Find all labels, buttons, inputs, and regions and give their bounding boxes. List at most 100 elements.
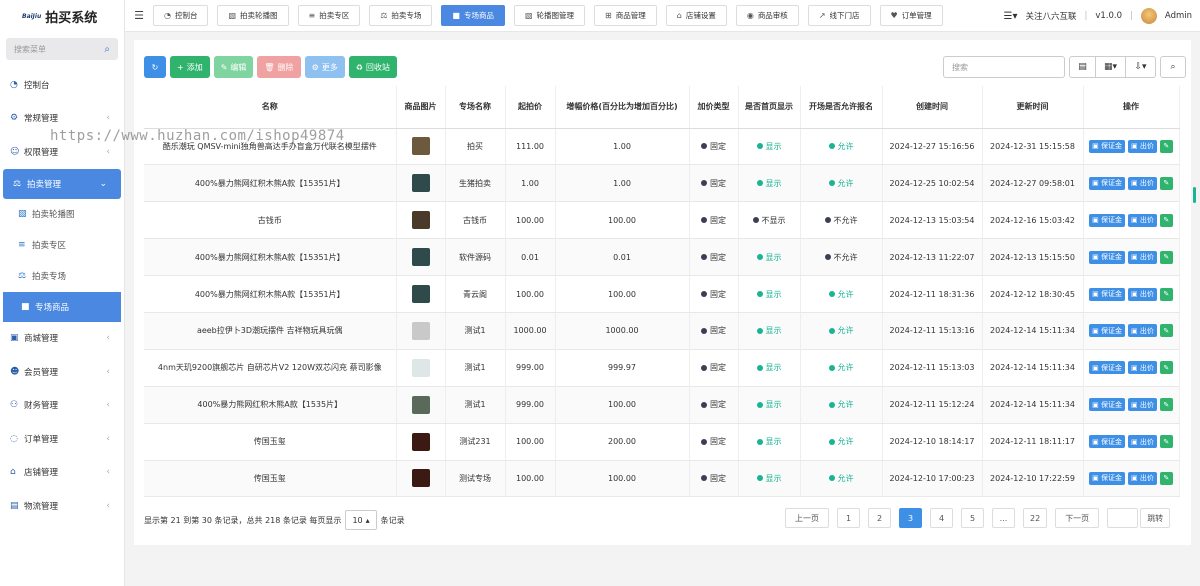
edit-row-button[interactable]: ✎ [1159, 471, 1173, 485]
page-button-4[interactable]: 5 [961, 508, 984, 528]
sidebar-item-0[interactable]: ◔ 控制台 [0, 68, 124, 102]
page-button-6[interactable]: 22 [1023, 508, 1048, 528]
sidebar-item-12[interactable]: ⌂ 店铺管理 ‹ [0, 456, 124, 490]
column-header[interactable]: 开场是否允许报名 [800, 86, 883, 129]
table-search-input[interactable]: 搜索 [943, 56, 1065, 78]
toggle-view-button[interactable]: ▤ [1069, 56, 1096, 78]
advanced-search-button[interactable]: ⌕ [1160, 56, 1186, 78]
product-thumbnail[interactable] [411, 358, 430, 377]
page-size-select[interactable]: 10 ▴ [345, 510, 377, 530]
table-row[interactable]: 400%暴力熊网红积木熊A款【1535片】 测试1 999.00 100.00 固定 显示… [144, 386, 1180, 424]
deposit-button[interactable]: ▣ 保证金 [1089, 287, 1125, 301]
bid-button[interactable]: ▣ 出价 [1128, 471, 1157, 485]
bid-button[interactable]: ▣ 出价 [1128, 398, 1157, 412]
deposit-button[interactable]: ▣ 保证金 [1089, 471, 1125, 485]
tab-10[interactable]: ♥ 订单管理 [879, 5, 943, 26]
jump-page-input[interactable] [1107, 508, 1139, 528]
column-header[interactable]: 专场名称 [445, 86, 506, 129]
sidebar-search-input[interactable]: 搜索菜单 ⌕ [6, 38, 118, 60]
column-header[interactable]: 名称 [144, 86, 397, 129]
column-header[interactable]: 操作 [1083, 86, 1180, 129]
column-header[interactable]: 增幅价格(百分比为增加百分比) [555, 86, 690, 129]
sidebar-item-9[interactable]: ☻ 会员管理 ‹ [0, 355, 124, 389]
deposit-button[interactable]: ▣ 保证金 [1089, 250, 1125, 264]
sidebar-item-3[interactable]: ⚖ 拍卖管理 ⌄ [3, 168, 121, 199]
tab-6[interactable]: ⊞ 商品管理 [594, 5, 657, 26]
product-thumbnail[interactable] [411, 321, 430, 340]
product-thumbnail[interactable] [411, 174, 430, 193]
deposit-button[interactable]: ▣ 保证金 [1089, 139, 1125, 153]
tab-7[interactable]: ⌂ 店铺设置 [665, 5, 727, 26]
edit-row-button[interactable]: ✎ [1159, 435, 1173, 449]
bid-button[interactable]: ▣ 出价 [1128, 361, 1157, 375]
deposit-button[interactable]: ▣ 保证金 [1089, 435, 1125, 449]
tab-4[interactable]: ■ 专场商品 [441, 5, 505, 26]
column-header[interactable]: 是否首页显示 [738, 86, 801, 129]
sidebar-item-11[interactable]: ◌ 订单管理 ‹ [0, 422, 124, 456]
edit-row-button[interactable]: ✎ [1159, 324, 1173, 338]
avatar[interactable] [1140, 8, 1157, 24]
next-page-button[interactable]: 下一页 [1055, 508, 1100, 528]
edit-row-button[interactable]: ✎ [1159, 398, 1173, 412]
sidebar-item-10[interactable]: ⚇ 财务管理 ‹ [0, 389, 124, 423]
sidebar-item-4[interactable]: ▧ 拍卖轮播图 [0, 199, 124, 230]
export-button[interactable]: ⇩▾ [1126, 56, 1156, 78]
table-row[interactable]: 400%暴力熊网红积木熊A款【15351片】 生猪拍卖 1.00 1.00 固定 显示 允许… [144, 164, 1180, 203]
bid-button[interactable]: ▣ 出价 [1128, 213, 1157, 227]
jump-button[interactable]: 跳转 [1140, 508, 1171, 528]
table-row[interactable]: 传国玉玺 测试专场 100.00 100.00 固定 显示 允许 2024-12-10 17:… [144, 460, 1180, 498]
edit-button[interactable]: ✎ 编辑 [213, 56, 254, 78]
refresh-button[interactable]: ↻ [144, 56, 166, 78]
edit-row-button[interactable]: ✎ [1159, 139, 1173, 153]
table-row[interactable]: 400%暴力熊网红积木熊A款【15351片】 软件源码 0.01 0.01 固定 显示 不允… [144, 238, 1180, 277]
follow-link[interactable]: 关注八六互联 [1025, 10, 1076, 22]
column-header[interactable]: 商品图片 [396, 86, 446, 129]
sidebar-item-13[interactable]: ▤ 物流管理 ‹ [0, 489, 124, 523]
product-thumbnail[interactable] [411, 248, 430, 267]
more-button[interactable]: ⚙ 更多 [304, 56, 345, 78]
edit-row-button[interactable]: ✎ [1159, 213, 1173, 227]
columns-button[interactable]: ▦▾ [1096, 56, 1126, 78]
prev-page-button[interactable]: 上一页 [785, 508, 829, 528]
search-icon[interactable]: ⌕ [104, 44, 110, 55]
table-row[interactable]: 古钱币 古钱币 100.00 100.00 固定 不显示 不允许 2024-12-13 15:… [144, 201, 1180, 240]
tab-1[interactable]: ▧ 拍卖轮播图 [217, 5, 289, 26]
recycle-bin-button[interactable]: ♻ 回收站 [348, 56, 397, 78]
deposit-button[interactable]: ▣ 保证金 [1089, 213, 1125, 227]
grid-menu-icon[interactable]: ☰▾ [1003, 11, 1017, 22]
product-thumbnail[interactable] [411, 432, 430, 451]
product-thumbnail[interactable] [411, 395, 430, 414]
edit-row-button[interactable]: ✎ [1159, 176, 1173, 190]
bid-button[interactable]: ▣ 出价 [1128, 287, 1157, 301]
page-button-3[interactable]: 4 [930, 508, 953, 528]
column-header[interactable]: 创建时间 [882, 86, 983, 129]
tab-9[interactable]: ↗ 线下门店 [807, 5, 871, 26]
product-thumbnail[interactable] [411, 211, 430, 230]
add-button[interactable]: + 添加 [170, 56, 210, 78]
app-logo[interactable]: BaiJiu 拍买系统 [0, 0, 124, 32]
user-name[interactable]: Admin [1165, 11, 1192, 21]
tab-3[interactable]: ⚖ 拍卖专场 [369, 5, 433, 26]
deposit-button[interactable]: ▣ 保证金 [1089, 361, 1125, 375]
bid-button[interactable]: ▣ 出价 [1128, 324, 1157, 338]
page-button-2[interactable]: 3 [899, 508, 922, 528]
table-row[interactable]: aeeb拉伊卜3D潮玩摆件 吉祥物玩具玩偶 测试1 1000.00 1000.00 固定… [144, 312, 1180, 350]
page-button-0[interactable]: 1 [837, 508, 860, 528]
bid-button[interactable]: ▣ 出价 [1128, 435, 1157, 449]
sidebar-item-6[interactable]: ⚖ 拍卖专场 [0, 261, 124, 292]
sidebar-item-7[interactable]: ■ 专场商品 [3, 291, 121, 322]
scrollbar-thumb[interactable] [1193, 187, 1196, 203]
column-header[interactable]: 更新时间 [982, 86, 1084, 129]
column-header[interactable]: 起拍价 [505, 86, 556, 129]
edit-row-button[interactable]: ✎ [1159, 287, 1173, 301]
product-thumbnail[interactable] [411, 469, 430, 488]
table-row[interactable]: 4nm天玑9200旗舰芯片 自研芯片V2 120W双芯闪充 蔡司影像 测试1 999… [144, 349, 1180, 387]
deposit-button[interactable]: ▣ 保证金 [1089, 398, 1125, 412]
tab-5[interactable]: ▧ 轮播图管理 [513, 5, 586, 26]
menu-toggle-icon[interactable]: ☰ [125, 9, 153, 22]
product-thumbnail[interactable] [411, 285, 430, 303]
table-row[interactable]: 400%暴力熊网红积木熊A款【15351片】 青云阁 100.00 100.00 固定 显… [144, 275, 1180, 313]
edit-row-button[interactable]: ✎ [1159, 361, 1173, 375]
page-button-1[interactable]: 2 [868, 508, 891, 528]
sidebar-item-5[interactable]: ≡ 拍卖专区 [0, 230, 124, 261]
